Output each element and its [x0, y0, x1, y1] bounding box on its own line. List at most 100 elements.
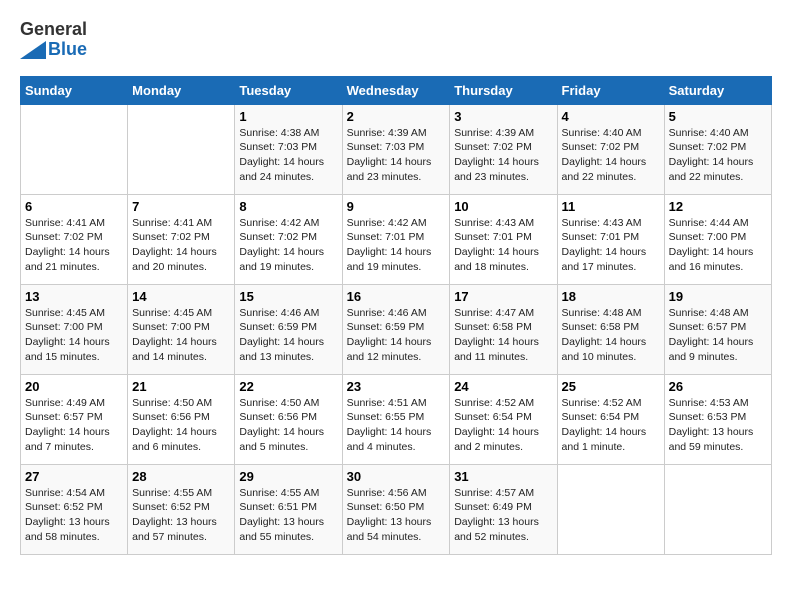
- calendar-cell: 30 Sunrise: 4:56 AM Sunset: 6:50 PM Dayli…: [342, 464, 450, 554]
- calendar-cell: 29 Sunrise: 4:55 AM Sunset: 6:51 PM Dayli…: [235, 464, 342, 554]
- calendar-header-row: SundayMondayTuesdayWednesdayThursdayFrid…: [21, 76, 772, 104]
- day-of-week-header: Saturday: [664, 76, 771, 104]
- cell-content: Sunrise: 4:44 AM Sunset: 7:00 PM Dayligh…: [669, 216, 767, 275]
- day-number: 6: [25, 199, 123, 214]
- day-number: 3: [454, 109, 552, 124]
- calendar-cell: 19Sunrise: 4:48 AM Sunset: 6:57 PM Dayli…: [664, 284, 771, 374]
- day-number: 18: [562, 289, 660, 304]
- cell-content: Sunrise: 4:40 AM Sunset: 7:02 PM Dayligh…: [669, 126, 767, 185]
- calendar-cell: 10Sunrise: 4:43 AM Sunset: 7:01 PM Dayli…: [450, 194, 557, 284]
- calendar-cell: 11Sunrise: 4:43 AM Sunset: 7:01 PM Dayli…: [557, 194, 664, 284]
- cell-content: Sunrise: 4:39 AM Sunset: 7:03 PM Dayligh…: [347, 126, 446, 185]
- cell-content: Sunrise: 4:54 AM Sunset: 6:52 PM Dayligh…: [25, 486, 123, 545]
- cell-content: Sunrise: 4:47 AM Sunset: 6:58 PM Dayligh…: [454, 306, 552, 365]
- cell-content: Sunrise: 4:57 AM Sunset: 6:49 PM Dayligh…: [454, 486, 552, 545]
- cell-content: Sunrise: 4:40 AM Sunset: 7:02 PM Dayligh…: [562, 126, 660, 185]
- day-number: 29: [239, 469, 337, 484]
- cell-content: Sunrise: 4:42 AM Sunset: 7:01 PM Dayligh…: [347, 216, 446, 275]
- logo-blue: Blue: [48, 40, 87, 60]
- cell-content: Sunrise: 4:38 AM Sunset: 7:03 PM Dayligh…: [239, 126, 337, 185]
- calendar-cell: 4 Sunrise: 4:40 AM Sunset: 7:02 PM Daylig…: [557, 104, 664, 194]
- day-of-week-header: Wednesday: [342, 76, 450, 104]
- calendar-cell: 3Sunrise: 4:39 AM Sunset: 7:02 PM Daylig…: [450, 104, 557, 194]
- day-number: 12: [669, 199, 767, 214]
- calendar-cell: [557, 464, 664, 554]
- calendar-cell: 26 Sunrise: 4:53 AM Sunset: 6:53 PM Dayli…: [664, 374, 771, 464]
- calendar-cell: 6 Sunrise: 4:41 AM Sunset: 7:02 PM Daylig…: [21, 194, 128, 284]
- calendar-cell: 15 Sunrise: 4:46 AM Sunset: 6:59 PM Dayli…: [235, 284, 342, 374]
- day-number: 30: [347, 469, 446, 484]
- calendar-week-row: 13 Sunrise: 4:45 AM Sunset: 7:00 PM Dayli…: [21, 284, 772, 374]
- calendar-cell: 17 Sunrise: 4:47 AM Sunset: 6:58 PM Dayli…: [450, 284, 557, 374]
- day-of-week-header: Thursday: [450, 76, 557, 104]
- day-number: 16: [347, 289, 446, 304]
- calendar-cell: 12 Sunrise: 4:44 AM Sunset: 7:00 PM Dayli…: [664, 194, 771, 284]
- day-number: 4: [562, 109, 660, 124]
- cell-content: Sunrise: 4:41 AM Sunset: 7:02 PM Dayligh…: [25, 216, 123, 275]
- day-number: 15: [239, 289, 337, 304]
- calendar-week-row: 6 Sunrise: 4:41 AM Sunset: 7:02 PM Daylig…: [21, 194, 772, 284]
- cell-content: Sunrise: 4:42 AM Sunset: 7:02 PM Dayligh…: [239, 216, 337, 275]
- calendar-cell: 21 Sunrise: 4:50 AM Sunset: 6:56 PM Dayli…: [128, 374, 235, 464]
- cell-content: Sunrise: 4:52 AM Sunset: 6:54 PM Dayligh…: [562, 396, 660, 455]
- cell-content: Sunrise: 4:53 AM Sunset: 6:53 PM Dayligh…: [669, 396, 767, 455]
- cell-content: Sunrise: 4:46 AM Sunset: 6:59 PM Dayligh…: [347, 306, 446, 365]
- calendar-cell: 28 Sunrise: 4:55 AM Sunset: 6:52 PM Dayli…: [128, 464, 235, 554]
- day-number: 21: [132, 379, 230, 394]
- day-number: 11: [562, 199, 660, 214]
- page-header: General Blue: [20, 20, 772, 60]
- calendar-week-row: 1 Sunrise: 4:38 AM Sunset: 7:03 PM Daylig…: [21, 104, 772, 194]
- day-of-week-header: Friday: [557, 76, 664, 104]
- calendar-cell: 18Sunrise: 4:48 AM Sunset: 6:58 PM Dayli…: [557, 284, 664, 374]
- cell-content: Sunrise: 4:55 AM Sunset: 6:52 PM Dayligh…: [132, 486, 230, 545]
- cell-content: Sunrise: 4:46 AM Sunset: 6:59 PM Dayligh…: [239, 306, 337, 365]
- calendar-week-row: 27 Sunrise: 4:54 AM Sunset: 6:52 PM Dayli…: [21, 464, 772, 554]
- cell-content: Sunrise: 4:51 AM Sunset: 6:55 PM Dayligh…: [347, 396, 446, 455]
- logo: General Blue: [20, 20, 87, 60]
- calendar-cell: 16 Sunrise: 4:46 AM Sunset: 6:59 PM Dayli…: [342, 284, 450, 374]
- day-number: 14: [132, 289, 230, 304]
- calendar-cell: 5 Sunrise: 4:40 AM Sunset: 7:02 PM Daylig…: [664, 104, 771, 194]
- calendar-cell: 1 Sunrise: 4:38 AM Sunset: 7:03 PM Daylig…: [235, 104, 342, 194]
- calendar-cell: 8 Sunrise: 4:42 AM Sunset: 7:02 PM Daylig…: [235, 194, 342, 284]
- day-of-week-header: Sunday: [21, 76, 128, 104]
- calendar-cell: 23Sunrise: 4:51 AM Sunset: 6:55 PM Dayli…: [342, 374, 450, 464]
- calendar-cell: 9Sunrise: 4:42 AM Sunset: 7:01 PM Daylig…: [342, 194, 450, 284]
- cell-content: Sunrise: 4:41 AM Sunset: 7:02 PM Dayligh…: [132, 216, 230, 275]
- calendar-cell: 22Sunrise: 4:50 AM Sunset: 6:56 PM Dayli…: [235, 374, 342, 464]
- logo-general: General: [20, 20, 87, 40]
- calendar-cell: 24 Sunrise: 4:52 AM Sunset: 6:54 PM Dayli…: [450, 374, 557, 464]
- day-number: 2: [347, 109, 446, 124]
- cell-content: Sunrise: 4:50 AM Sunset: 6:56 PM Dayligh…: [132, 396, 230, 455]
- day-number: 7: [132, 199, 230, 214]
- day-number: 8: [239, 199, 337, 214]
- day-number: 25: [562, 379, 660, 394]
- cell-content: Sunrise: 4:55 AM Sunset: 6:51 PM Dayligh…: [239, 486, 337, 545]
- calendar-week-row: 20 Sunrise: 4:49 AM Sunset: 6:57 PM Dayli…: [21, 374, 772, 464]
- day-number: 28: [132, 469, 230, 484]
- day-number: 1: [239, 109, 337, 124]
- cell-content: Sunrise: 4:45 AM Sunset: 7:00 PM Dayligh…: [25, 306, 123, 365]
- day-number: 17: [454, 289, 552, 304]
- calendar-cell: 27 Sunrise: 4:54 AM Sunset: 6:52 PM Dayli…: [21, 464, 128, 554]
- logo-icon: [20, 41, 46, 59]
- calendar-cell: 20 Sunrise: 4:49 AM Sunset: 6:57 PM Dayli…: [21, 374, 128, 464]
- cell-content: Sunrise: 4:43 AM Sunset: 7:01 PM Dayligh…: [454, 216, 552, 275]
- calendar-cell: [664, 464, 771, 554]
- day-number: 20: [25, 379, 123, 394]
- calendar-cell: 13 Sunrise: 4:45 AM Sunset: 7:00 PM Dayli…: [21, 284, 128, 374]
- calendar-cell: [21, 104, 128, 194]
- day-number: 22: [239, 379, 337, 394]
- cell-content: Sunrise: 4:49 AM Sunset: 6:57 PM Dayligh…: [25, 396, 123, 455]
- calendar-cell: 2 Sunrise: 4:39 AM Sunset: 7:03 PM Daylig…: [342, 104, 450, 194]
- day-number: 5: [669, 109, 767, 124]
- day-number: 26: [669, 379, 767, 394]
- day-number: 27: [25, 469, 123, 484]
- day-number: 31: [454, 469, 552, 484]
- cell-content: Sunrise: 4:56 AM Sunset: 6:50 PM Dayligh…: [347, 486, 446, 545]
- day-of-week-header: Tuesday: [235, 76, 342, 104]
- day-number: 19: [669, 289, 767, 304]
- day-number: 24: [454, 379, 552, 394]
- cell-content: Sunrise: 4:52 AM Sunset: 6:54 PM Dayligh…: [454, 396, 552, 455]
- day-number: 13: [25, 289, 123, 304]
